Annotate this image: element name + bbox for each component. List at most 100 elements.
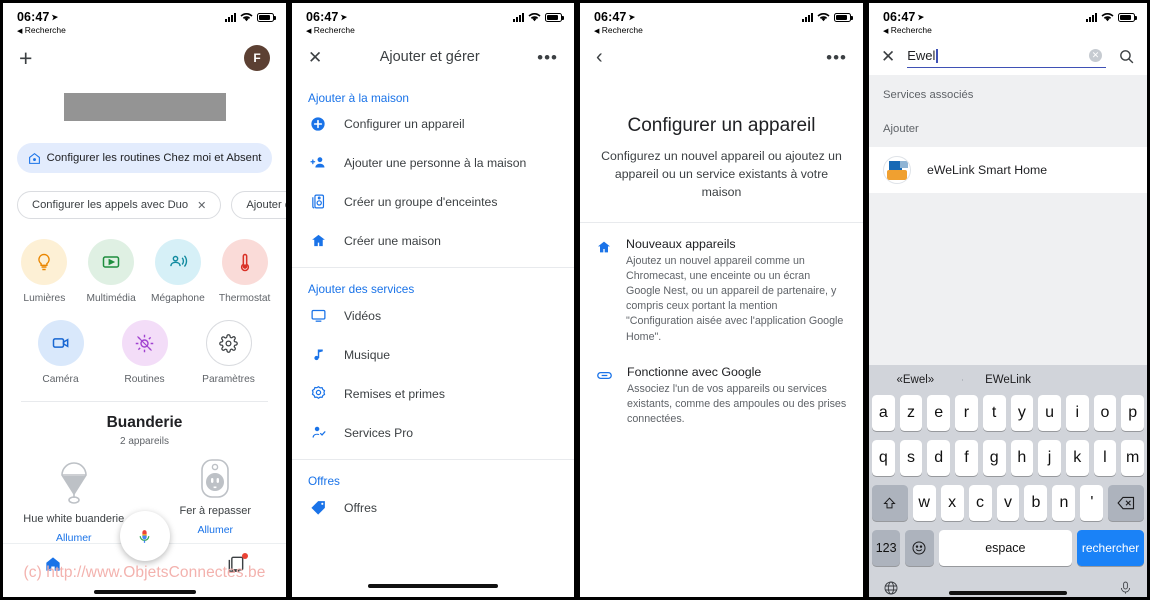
key-n[interactable]: n [1052, 485, 1076, 521]
phone-screen-home: 06:47 ➤ ◀ Recherche + F Configurer les ro… [0, 0, 289, 600]
more-options-icon[interactable]: ••• [537, 49, 558, 66]
key-z[interactable]: z [899, 395, 923, 431]
close-icon[interactable]: ✕ [881, 48, 895, 65]
suggestion-1[interactable]: EWeLink [961, 374, 1055, 386]
shift-icon[interactable] [872, 485, 908, 521]
assistant-mic-button[interactable] [119, 511, 170, 561]
key-s[interactable]: s [899, 440, 923, 476]
plus-icon[interactable]: + [19, 46, 32, 70]
keyboard-row-2: q s d f g h j k l m [869, 440, 1147, 476]
option-description: Associez l'un de vos appareils ou servic… [627, 382, 847, 426]
page-title: Configurer un appareil [627, 115, 816, 136]
key-r[interactable]: r [955, 395, 978, 431]
add-circle-icon [308, 116, 328, 132]
close-icon[interactable]: ✕ [197, 199, 206, 212]
shortcut-megaphone[interactable]: Mégaphone [147, 239, 209, 304]
numbers-key[interactable]: 123 [872, 530, 901, 566]
search-result-ewelink[interactable]: eWeLink Smart Home [869, 147, 1147, 193]
clear-circle-icon[interactable]: ✕ [1089, 49, 1102, 62]
home-indicator [93, 590, 196, 594]
key-c[interactable]: c [968, 485, 992, 521]
key-y[interactable]: y [1010, 395, 1034, 431]
key-apostrophe[interactable]: ' [1080, 485, 1104, 521]
key-u[interactable]: u [1038, 395, 1061, 431]
avatar[interactable]: F [244, 45, 270, 71]
routines-icon [121, 320, 168, 366]
key-t[interactable]: t [982, 395, 1006, 431]
menu-item-create-home[interactable]: Créer une maison [292, 221, 574, 260]
key-d[interactable]: d [927, 440, 951, 476]
status-back-link[interactable]: ◀ Recherche [594, 25, 851, 35]
menu-item-setup-device[interactable]: Configurer un appareil [292, 105, 574, 143]
home-top-bar: + F [3, 37, 286, 73]
location-arrow-icon: ➤ [340, 11, 349, 23]
backspace-icon[interactable] [1108, 485, 1144, 521]
keyboard-suggestions: «Ewel» EWeLink [869, 365, 1147, 395]
menu-item-rewards[interactable]: Remises et primes [292, 374, 574, 413]
shortcut-label: Caméra [42, 374, 79, 385]
ewelink-app-icon [883, 156, 911, 184]
status-back-link[interactable]: ◀ Recherche [17, 25, 274, 35]
key-e[interactable]: e [927, 395, 951, 431]
menu-item-videos[interactable]: Vidéos [292, 296, 574, 335]
speaker-group-icon [308, 193, 328, 210]
chip-add-more[interactable]: Ajouter des [231, 191, 286, 219]
chip-duo-calls[interactable]: Configurer les appels avec Duo ✕ [17, 191, 222, 219]
close-icon[interactable]: ✕ [308, 49, 322, 66]
shortcut-multimedia[interactable]: Multimédia [80, 239, 142, 304]
menu-item-add-person[interactable]: Ajouter une personne à la maison [292, 143, 574, 182]
more-options-icon[interactable]: ••• [826, 49, 847, 66]
shortcut-parametres[interactable]: Paramètres [198, 320, 260, 385]
menu-item-pro-services[interactable]: Services Pro [292, 413, 574, 452]
key-p[interactable]: p [1121, 395, 1145, 431]
menu-label: Créer une maison [344, 233, 441, 248]
key-f[interactable]: f [955, 440, 978, 476]
return-key[interactable]: rechercher [1077, 530, 1144, 566]
option-works-with-google[interactable]: Fonctionne avec Google Associez l'un de … [580, 347, 863, 430]
app-bar: ‹ ••• [580, 37, 863, 77]
key-m[interactable]: m [1121, 440, 1145, 476]
shortcut-label: Mégaphone [150, 293, 205, 304]
status-back-link[interactable]: ◀ Recherche [306, 25, 562, 35]
space-key[interactable]: espace [938, 530, 1073, 566]
menu-item-offres[interactable]: Offres [292, 488, 574, 527]
status-back-link[interactable]: ◀ Recherche [883, 25, 1135, 35]
key-j[interactable]: j [1038, 440, 1061, 476]
search-icon[interactable] [1118, 48, 1135, 65]
key-b[interactable]: b [1024, 485, 1048, 521]
key-l[interactable]: l [1093, 440, 1117, 476]
pro-services-icon [308, 424, 328, 441]
routines-suggestion-chip[interactable]: Configurer les routines Chez moi et Abse… [17, 143, 272, 173]
menu-label: Remises et primes [344, 386, 445, 401]
menu-label: Services Pro [344, 425, 414, 440]
key-i[interactable]: i [1065, 395, 1089, 431]
menu-item-speaker-group[interactable]: Créer un groupe d'enceintes [292, 182, 574, 221]
key-k[interactable]: k [1065, 440, 1089, 476]
shortcut-camera[interactable]: Caméra [30, 320, 92, 385]
key-h[interactable]: h [1010, 440, 1034, 476]
key-q[interactable]: q [871, 440, 895, 476]
key-o[interactable]: o [1093, 395, 1117, 431]
suggestion-0[interactable]: «Ewel» [869, 374, 962, 386]
key-g[interactable]: g [982, 440, 1006, 476]
location-arrow-icon: ➤ [917, 11, 926, 23]
routines-chip-label: Configurer les routines Chez moi et Abse… [46, 152, 262, 164]
key-a[interactable]: a [871, 395, 895, 431]
key-w[interactable]: w [912, 485, 936, 521]
shortcuts-row-1: Lumières Multimédia Mégaphone Thermostat [3, 239, 286, 304]
device-action[interactable]: Allumer [197, 524, 233, 536]
key-v[interactable]: v [996, 485, 1020, 521]
shortcut-lumieres[interactable]: Lumières [13, 239, 75, 304]
chevron-left-icon[interactable]: ‹ [596, 47, 603, 67]
shortcut-thermostat[interactable]: Thermostat [214, 239, 276, 304]
shortcut-routines[interactable]: Routines [114, 320, 176, 385]
search-input[interactable]: Ewel ✕ [907, 44, 1106, 68]
option-new-devices[interactable]: Nouveaux appareils Ajoutez un nouvel app… [580, 223, 863, 347]
chip-duo-label: Configurer les appels avec Duo [32, 199, 189, 211]
emoji-icon[interactable] [905, 530, 934, 566]
device-name: Fer à repasser [179, 505, 252, 517]
rewards-icon [308, 385, 328, 402]
key-x[interactable]: x [940, 485, 964, 521]
phone-screen-setup-device: 06:47 ➤ ◀ Recherche ‹ ••• Configurer un a… [577, 0, 866, 600]
menu-item-musique[interactable]: Musique [292, 335, 574, 374]
